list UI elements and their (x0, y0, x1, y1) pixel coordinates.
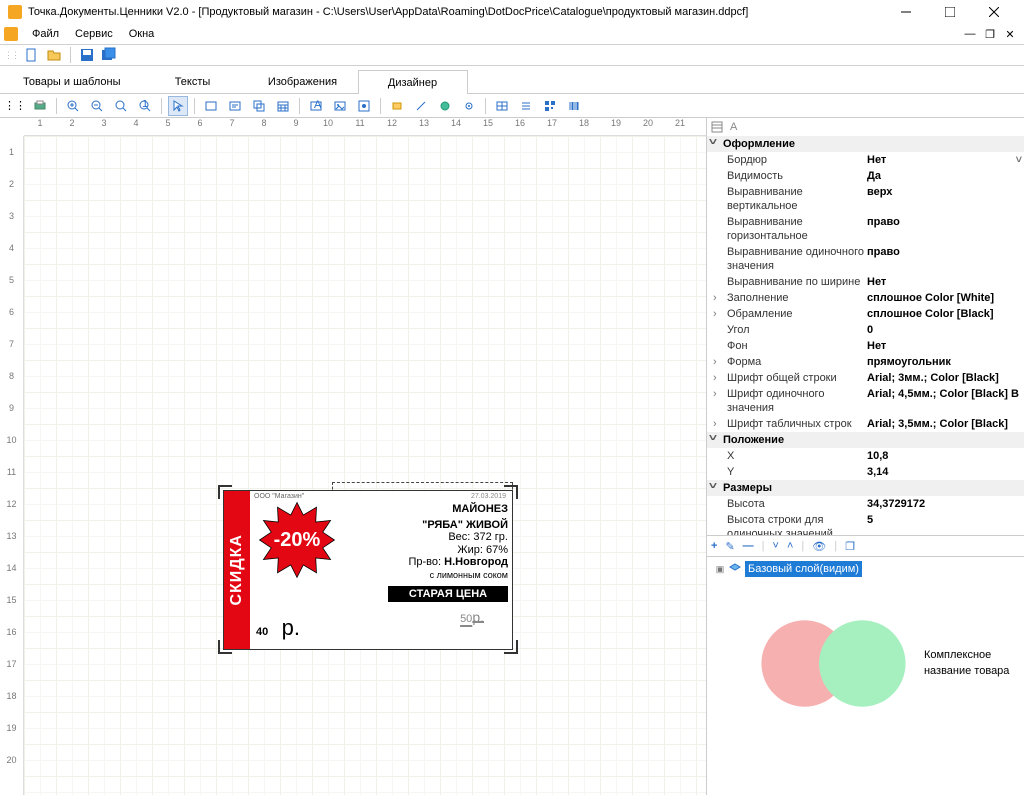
group-style[interactable]: Оформление (707, 136, 1024, 152)
price-tag[interactable]: СКИДКА ООО "Магазин" 27.03.2019 -20% МАЙ… (223, 490, 513, 650)
new-file-icon[interactable] (24, 47, 40, 63)
tree-down-icon[interactable]: ˅ (773, 540, 779, 552)
file-toolbar: ⋮⋮ (0, 44, 1024, 66)
group-pos[interactable]: Положение (707, 432, 1024, 448)
tree-node[interactable]: Текст из хранилища (709, 750, 1022, 795)
gear-tool-icon[interactable] (459, 96, 479, 116)
mdi-close-icon[interactable]: ✕ (1000, 28, 1020, 41)
zoom-out-icon[interactable] (87, 96, 107, 116)
toolbar-separator (299, 98, 300, 114)
tree-node-base-layer[interactable]: ▣ Базовый слой(видим) (709, 561, 1022, 577)
design-canvas[interactable]: 123456789101112131415161718192021 123456… (0, 118, 706, 795)
right-panel: A Оформление БордюрНет ВидимостьДа Вырав… (706, 118, 1024, 795)
designer-toolbar: ⋮⋮ 1 A (0, 94, 1024, 118)
zoom-in-icon[interactable] (63, 96, 83, 116)
toolbar-separator (56, 98, 57, 114)
toolbar-separator (194, 98, 195, 114)
text-tool-icon[interactable]: A (306, 96, 326, 116)
category-sort-icon[interactable] (711, 121, 723, 133)
toolbar-grip-icon: ⋮⋮ (4, 99, 26, 112)
svg-text:A: A (730, 121, 738, 133)
tree-add-icon[interactable]: + (711, 540, 717, 552)
table-tool-icon[interactable] (492, 96, 512, 116)
group-size[interactable]: Размеры (707, 480, 1024, 496)
tree-toolbar: + ✎ — | ˅ ˄ | 👁 | ❐ (707, 535, 1024, 557)
mdi-controls: — ❐ ✕ (960, 28, 1020, 41)
toolbar-separator (161, 98, 162, 114)
horizontal-ruler: 123456789101112131415161718192021 (24, 118, 706, 136)
circle-tool-icon[interactable] (435, 96, 455, 116)
tree-up-icon[interactable]: ˄ (787, 540, 793, 552)
layer-icon (729, 563, 741, 575)
tree-copy-icon[interactable]: ❐ (845, 540, 855, 553)
tab-images[interactable]: Изображения (248, 69, 358, 93)
mdi-restore-icon[interactable]: ❐ (980, 28, 1000, 41)
tree-remove-icon[interactable]: — (743, 540, 754, 552)
rect-tool-icon[interactable] (201, 96, 221, 116)
menu-windows[interactable]: Окна (121, 26, 163, 42)
tab-designer[interactable]: Дизайнер (358, 70, 468, 94)
old-price-label: СТАРАЯ ЦЕНА (388, 586, 508, 602)
barcode-tool-icon[interactable] (564, 96, 584, 116)
toolbar-separator (485, 98, 486, 114)
canvas-grid (24, 136, 706, 795)
layers-tool-icon[interactable] (249, 96, 269, 116)
zoom-fit-icon[interactable] (111, 96, 131, 116)
close-button[interactable] (972, 0, 1016, 24)
open-file-icon[interactable] (46, 47, 62, 63)
save-all-icon[interactable] (101, 47, 117, 63)
tab-products[interactable]: Товары и шаблоны (6, 69, 138, 93)
calendar-tool-icon[interactable] (273, 96, 293, 116)
list-tool-icon[interactable] (516, 96, 536, 116)
property-grid[interactable]: Оформление БордюрНет ВидимостьДа Выравни… (707, 136, 1024, 535)
line-tool-icon[interactable] (411, 96, 431, 116)
mdi-minimize-icon[interactable]: — (960, 28, 980, 41)
pointer-tool-icon[interactable] (168, 96, 188, 116)
window-title: Точка.Документы.Ценники V2.0 - [Продукто… (28, 6, 884, 18)
svg-text:A: A (314, 100, 322, 111)
menu-file[interactable]: Файл (24, 26, 67, 42)
tab-texts[interactable]: Тексты (138, 69, 248, 93)
titlebar: Точка.Документы.Ценники V2.0 - [Продукто… (0, 0, 1024, 24)
date-label: 27.03.2019 (471, 493, 506, 500)
richtext-tool-icon[interactable] (354, 96, 374, 116)
app-icon (4, 27, 18, 41)
app-icon (8, 5, 22, 19)
vertical-ruler: 1234567891011121314151617181920 (0, 136, 24, 795)
shape-tool-icon[interactable] (387, 96, 407, 116)
propgrid-header: A (707, 118, 1024, 136)
layer-tree[interactable]: ▣ Базовый слой(видим) Комплексное назван… (707, 557, 1024, 795)
item-icon (747, 750, 944, 795)
tree-edit-icon[interactable]: ✎ (725, 540, 734, 553)
toolbar-separator (380, 98, 381, 114)
zoom-100-icon[interactable]: 1 (135, 96, 155, 116)
company-label: ООО "Магазин" (254, 493, 508, 500)
print-icon[interactable] (30, 96, 50, 116)
discount-burst: -20% (258, 501, 336, 579)
item-icon (747, 577, 920, 750)
qrcode-tool-icon[interactable] (540, 96, 560, 116)
alpha-sort-icon[interactable]: A (729, 121, 741, 133)
image-tool-icon[interactable] (330, 96, 350, 116)
maximize-button[interactable] (928, 0, 972, 24)
new-price: 40 р. (256, 592, 300, 647)
minimize-button[interactable] (884, 0, 928, 24)
tree-visible-icon[interactable]: 👁 (812, 540, 826, 553)
field-tool-icon[interactable] (225, 96, 245, 116)
menu-service[interactable]: Сервис (67, 26, 121, 42)
svg-text:1: 1 (142, 100, 148, 110)
menubar: Файл Сервис Окна — ❐ ✕ (0, 24, 1024, 44)
toolbar-separator (70, 47, 71, 63)
toolbar-grip-icon: ⋮⋮ (4, 50, 18, 61)
discount-ribbon: СКИДКА (224, 491, 250, 649)
save-icon[interactable] (79, 47, 95, 63)
document-tabs: Товары и шаблоны Тексты Изображения Диза… (0, 68, 1024, 94)
tree-node[interactable]: Комплексное название товара (709, 577, 1022, 750)
